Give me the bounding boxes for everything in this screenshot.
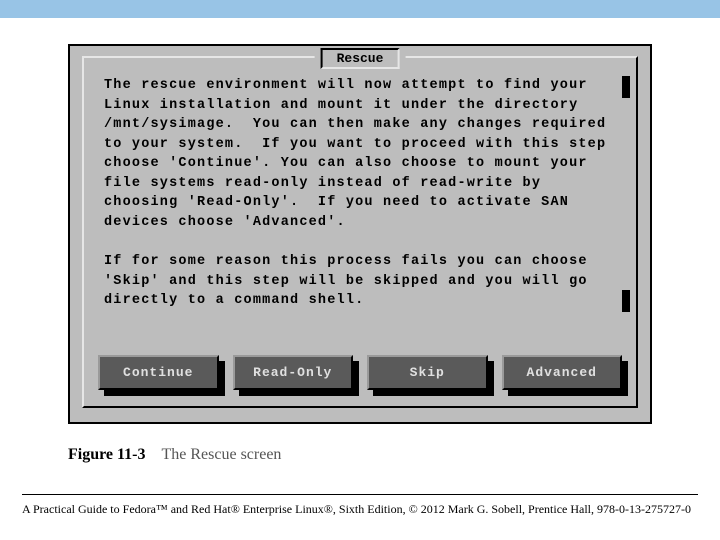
scrollbar-top-indicator xyxy=(622,76,630,98)
dialog-body: The rescue environment will now attempt … xyxy=(104,76,616,311)
rescue-screenshot: Rescue The rescue environment will now a… xyxy=(68,44,652,424)
skip-button[interactable]: Skip xyxy=(367,355,488,390)
button-row: Continue Read-Only Skip Advanced xyxy=(98,355,622,390)
figure-label: Figure 11-3 xyxy=(68,446,145,463)
continue-button[interactable]: Continue xyxy=(98,355,219,390)
slide-topbar xyxy=(0,0,720,18)
read-only-button[interactable]: Read-Only xyxy=(233,355,354,390)
credit-line: A Practical Guide to Fedora™ and Red Hat… xyxy=(22,502,691,517)
divider-line xyxy=(22,494,698,495)
dialog-titlebar: Rescue xyxy=(315,48,406,69)
advanced-button[interactable]: Advanced xyxy=(502,355,623,390)
figure-text: The Rescue screen xyxy=(161,446,281,463)
rescue-dialog: Rescue The rescue environment will now a… xyxy=(82,56,638,408)
figure-caption: Figure 11-3 The Rescue screen xyxy=(68,446,281,464)
dialog-paragraph-2: If for some reason this process fails yo… xyxy=(104,254,597,308)
dialog-title: Rescue xyxy=(321,48,400,69)
scrollbar-bottom-indicator xyxy=(622,290,630,312)
dialog-paragraph-1: The rescue environment will now attempt … xyxy=(104,78,616,230)
